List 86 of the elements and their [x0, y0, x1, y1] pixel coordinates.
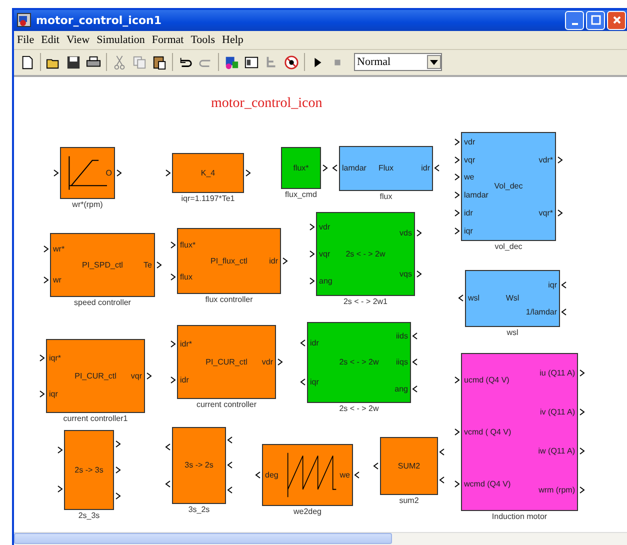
- port-label: iu (Q11 A): [540, 368, 575, 378]
- port-label: idr: [310, 338, 319, 348]
- port-label: iqr: [310, 378, 319, 387]
- port-label: O: [106, 168, 112, 178]
- port-label: iids: [396, 332, 408, 341]
- block-caption: iqr=1.1197*Te1: [181, 194, 235, 203]
- port-label: flux*: [180, 240, 196, 250]
- port-label: iiqs: [396, 358, 408, 367]
- port-label: vdr: [262, 357, 273, 366]
- menu-item[interactable]: Tools: [190, 34, 215, 46]
- block-caption: 2s < - > 2w: [339, 404, 379, 413]
- menu-item[interactable]: View: [66, 34, 90, 46]
- block-caption: vol_dec: [494, 242, 522, 251]
- window-title: motor_control_icon1: [36, 14, 163, 27]
- menu-item[interactable]: File: [17, 34, 34, 46]
- block-label: PI_SPD_ctl: [82, 260, 123, 270]
- block-caption: current controller1: [63, 414, 128, 423]
- port-label: iw (Q11 A): [538, 446, 575, 456]
- port-label: vds: [400, 228, 412, 238]
- block-label: K_4: [200, 168, 216, 178]
- block-caption: wsl: [506, 328, 518, 337]
- port-label: we: [464, 172, 474, 182]
- port-label: wsl: [468, 294, 480, 303]
- menu-item[interactable]: Format: [152, 34, 184, 46]
- port-label: vqs: [400, 270, 412, 279]
- block-label: 2s < - > 2w: [339, 358, 379, 367]
- port-label: we: [340, 470, 350, 480]
- block-label: flux*: [293, 163, 309, 172]
- port-label: wrm (rpm): [538, 486, 575, 495]
- port-label: vqr: [130, 371, 142, 380]
- port-label: idr: [269, 256, 278, 266]
- port-label: vdr: [319, 222, 330, 232]
- block-caption: current controller: [196, 400, 257, 409]
- port-label: lamdar: [464, 190, 488, 200]
- port-label: lamdar: [342, 164, 366, 173]
- block-label: Vol_dec: [494, 182, 523, 191]
- port-label: vqr: [464, 155, 476, 164]
- port-label: ang: [319, 276, 332, 286]
- menu-item[interactable]: Edit: [41, 34, 60, 46]
- model-title: motor_control_icon: [211, 96, 322, 112]
- block-label: 2s -> 3s: [74, 465, 104, 474]
- port-label: iqr*: [49, 353, 62, 362]
- block-caption: flux_cmd: [285, 190, 317, 199]
- block-caption: sum2: [399, 496, 419, 505]
- port-label: vqr*: [538, 208, 553, 218]
- port-label: idr: [180, 375, 189, 384]
- block-label: PI_CUR_ctl: [74, 371, 116, 380]
- port-label: vdr: [464, 137, 476, 146]
- menu-item[interactable]: Simulation: [96, 34, 145, 46]
- block-label: Flux: [378, 164, 394, 173]
- port-label: 1/lamdar: [526, 308, 557, 317]
- port-label: idr: [464, 208, 473, 218]
- port-label: Te: [144, 260, 152, 270]
- block-caption: 3s_2s: [188, 504, 210, 514]
- port-label: iqr: [49, 389, 58, 398]
- port-label: ucmd (Q4 V): [464, 375, 510, 384]
- block-label: 2s < - > 2w: [346, 249, 386, 258]
- port-label: wr*: [53, 244, 65, 254]
- block-caption: flux: [380, 192, 392, 201]
- port-label: wcmd (Q4 V): [464, 479, 511, 488]
- port-label: vqr: [319, 249, 330, 258]
- port-label: deg: [265, 470, 278, 480]
- block-label: PI_CUR_ctl: [206, 357, 248, 366]
- block-label: Wsl: [506, 294, 520, 303]
- port-label: idr: [421, 164, 430, 173]
- menu-item[interactable]: Help: [222, 34, 244, 46]
- port-label: wr: [53, 276, 62, 285]
- port-label: vdr*: [538, 155, 553, 164]
- port-label: ang: [394, 384, 408, 394]
- port-label: iv (Q11 A): [540, 408, 575, 417]
- port-label: flux: [180, 272, 192, 282]
- block-caption: wr*(rpm): [72, 200, 103, 209]
- block-caption: we2deg: [293, 506, 322, 516]
- port-label: iqr: [548, 280, 557, 290]
- block-label: 3s -> 2s: [184, 460, 214, 470]
- block-caption: speed controller: [74, 298, 131, 307]
- simulation-mode-dropdown[interactable]: Normal: [354, 53, 442, 72]
- block-caption: flux controller: [205, 294, 253, 304]
- port-label: vcmd ( Q4 V): [464, 427, 512, 436]
- block-caption: 2s < - > 2w1: [343, 296, 388, 306]
- block-caption: Induction motor: [492, 512, 548, 521]
- block-caption: 2s_3s: [78, 510, 100, 520]
- block-label: PI_flux_ctl: [210, 256, 248, 266]
- port-label: iqr: [464, 226, 473, 236]
- block-label: SUM2: [398, 461, 420, 470]
- port-label: idr*: [180, 339, 192, 348]
